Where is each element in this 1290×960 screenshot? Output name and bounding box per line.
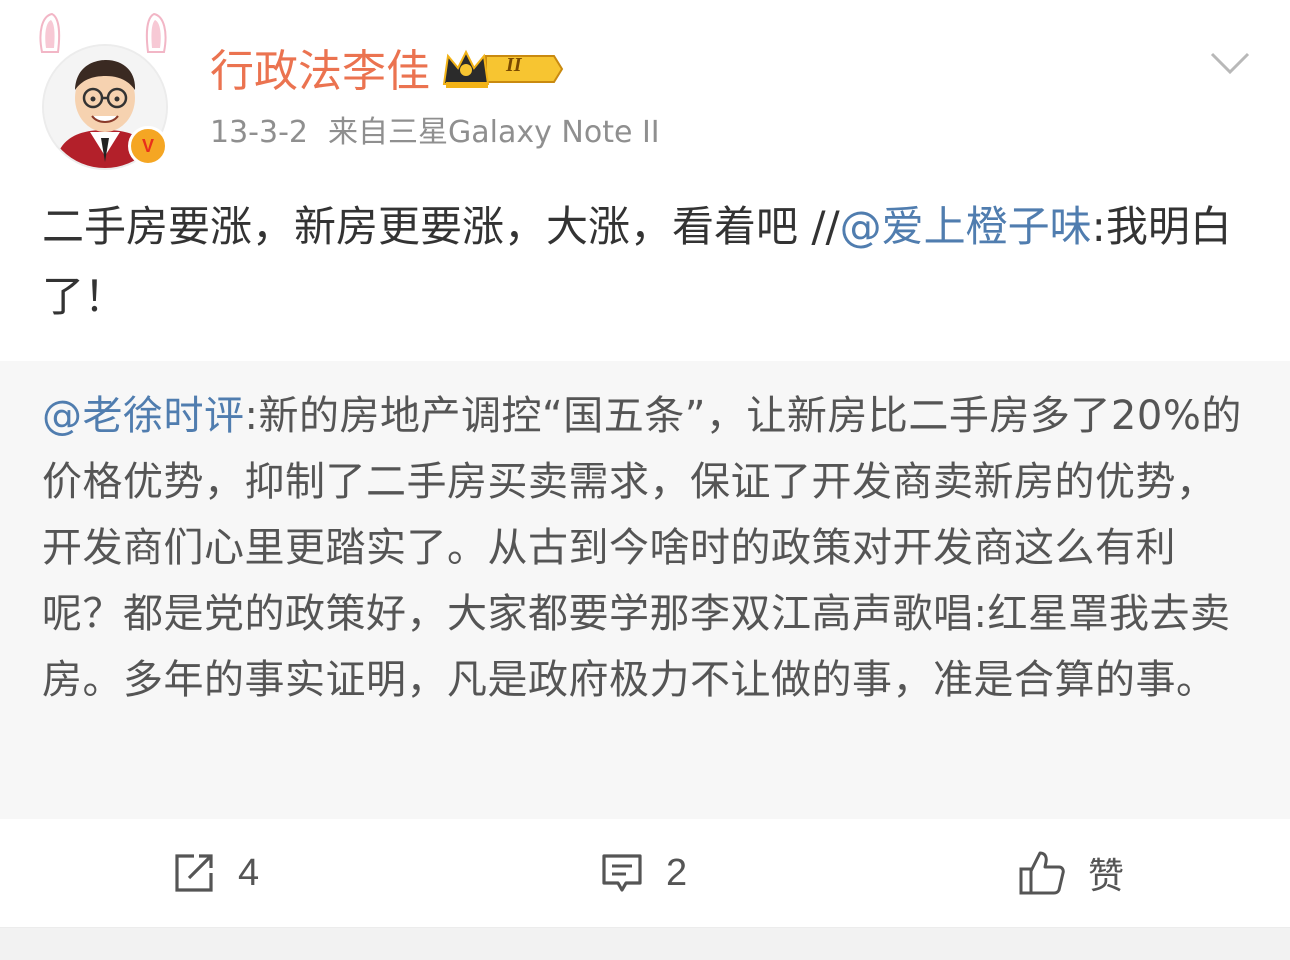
quoted-original-post[interactable]: @老徐时评:新的房地产调控“国五条”，让新房比二手房多了20%的价格优势，抑制了… [0,361,1290,819]
quoted-author-mention[interactable]: @老徐时评 [42,393,245,439]
quoted-body: :新的房地产调控“国五条”，让新房比二手房多了20%的价格优势，抑制了二手房买卖… [42,393,1242,703]
crown-icon [442,49,564,88]
repost-button[interactable]: 4 [172,845,259,901]
like-button[interactable]: 赞 [1018,845,1124,901]
footer-divider [0,927,1290,960]
action-bar: 4 2 赞 [0,819,1290,927]
comment-count: 2 [666,851,688,894]
chevron-down-icon[interactable] [1208,46,1252,78]
like-label: 赞 [1088,856,1125,897]
mention-link[interactable]: @爱上橙子味 [840,202,1092,251]
verified-badge-icon: V [128,126,168,166]
repost-count: 4 [238,851,260,894]
user-name[interactable]: 行政法李佳 [210,42,430,102]
weibo-post-card: V 行政法李佳 II 13-3-2 来自三星Galaxy Note II 二手房要… [0,0,1290,960]
avatar-area[interactable]: V [30,8,180,170]
bunny-ear-right-icon [145,12,167,53]
post-text: 二手房要涨，新房更要涨，大涨，看着吧 //@爱上橙子味:我明白了！ [42,192,1252,332]
comment-button[interactable]: 2 [600,845,687,901]
post-text-lead: 二手房要涨，新房更要涨，大涨，看着吧 // [42,202,840,251]
repost-icon [175,854,213,892]
quoted-text: @老徐时评:新的房地产调控“国五条”，让新房比二手房多了20%的价格优势，抑制了… [42,383,1242,713]
post-meta: 13-3-2 来自三星Galaxy Note II [210,112,660,154]
bunny-ear-left-icon [39,12,61,53]
post-source: 来自三星Galaxy Note II [328,115,660,150]
comment-icon [602,854,642,892]
post-date: 13-3-2 [210,115,308,150]
member-level-badge[interactable]: II [442,46,564,92]
thumbs-up-icon [1019,851,1065,895]
level-label: II [506,54,522,76]
